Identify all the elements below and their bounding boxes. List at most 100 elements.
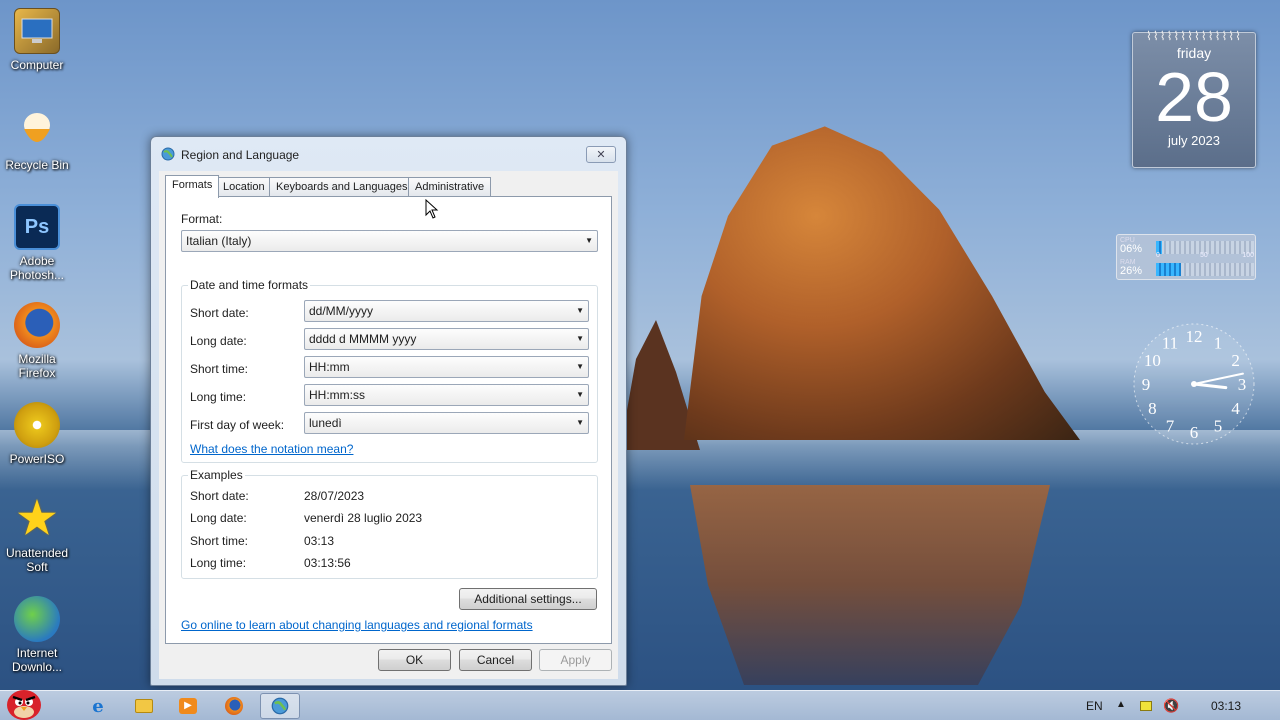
dialog-titlebar[interactable]: Region and Language ✕	[151, 137, 626, 171]
format-select[interactable]: Italian (Italy) ▼	[181, 230, 598, 252]
dialog-title: Region and Language	[181, 148, 300, 162]
ram-value: 26%	[1120, 265, 1143, 277]
examples-title: Examples	[188, 468, 245, 482]
calendar-rings: ⌇⌇⌇⌇⌇⌇⌇⌇⌇⌇⌇⌇⌇⌇	[1145, 29, 1243, 43]
short-date-select[interactable]: dd/MM/yyyy ▼	[304, 300, 589, 322]
close-button[interactable]: ✕	[586, 146, 616, 163]
additional-settings-button[interactable]: Additional settings...	[459, 588, 597, 610]
online-help-link[interactable]: Go online to learn about changing langua…	[181, 618, 533, 632]
desktop-icon-label: Unattended Soft	[5, 546, 69, 574]
desktop-icon-label: Computer	[10, 58, 64, 72]
long-date-select[interactable]: dddd d MMMM yyyy ▼	[304, 328, 589, 350]
taskbar: e ▶ EN ▲ 🔇 03:13	[0, 690, 1280, 720]
desktop-icon-unattended-soft[interactable]: ★ Unattended Soft	[2, 494, 72, 575]
action-center-icon[interactable]	[1140, 701, 1152, 711]
clock-numeral: 3	[1238, 375, 1247, 394]
volume-muted-icon[interactable]: 🔇	[1163, 698, 1179, 714]
desktop-icon-label: Adobe Photosh...	[9, 254, 65, 282]
ram-row: RAM 26%	[1120, 259, 1254, 279]
taskbar-explorer[interactable]	[124, 693, 164, 719]
photoshop-icon: Ps	[14, 204, 60, 250]
region-language-dialog[interactable]: Region and Language ✕ Formats Location K…	[150, 136, 627, 686]
chevron-down-icon: ▼	[585, 236, 593, 245]
tab-formats[interactable]: Formats	[165, 175, 220, 198]
long-time-select-value: HH:mm:ss	[309, 388, 365, 402]
tab-location[interactable]: Location	[216, 177, 272, 197]
formats-tab-panel: Format: Italian (Italy) ▼ Date and time …	[165, 196, 612, 644]
example-long-time-value: 03:13:56	[304, 556, 351, 570]
first-day-select-value: lunedì	[309, 416, 342, 430]
short-time-select[interactable]: HH:mm ▼	[304, 356, 589, 378]
clock-numeral: 7	[1166, 417, 1175, 436]
star-icon: ★	[17, 494, 57, 543]
start-button[interactable]	[2, 685, 48, 720]
clock-numeral: 12	[1186, 327, 1203, 346]
clock-numeral: 1	[1214, 333, 1223, 352]
desktop-icon-poweriso[interactable]: PowerISO	[2, 402, 72, 466]
short-time-select-value: HH:mm	[309, 360, 350, 374]
format-select-value: Italian (Italy)	[186, 234, 252, 248]
clock-numeral: 4	[1231, 399, 1240, 418]
language-indicator[interactable]: EN	[1086, 699, 1103, 713]
desktop-icon-label: Mozilla Firefox	[18, 352, 56, 380]
clock-numeral: 6	[1190, 423, 1199, 442]
apply-button[interactable]: Apply	[539, 649, 612, 671]
cancel-button[interactable]: Cancel	[459, 649, 532, 671]
media-player-icon: ▶	[179, 698, 197, 714]
firefox-icon	[14, 302, 60, 348]
long-time-select[interactable]: HH:mm:ss ▼	[304, 384, 589, 406]
show-hidden-icons[interactable]: ▲	[1116, 699, 1126, 710]
ram-bar-fill	[1156, 263, 1182, 276]
long-time-label: Long time:	[190, 390, 247, 404]
computer-icon	[14, 8, 60, 54]
example-short-time-label: Short time:	[190, 534, 249, 548]
clock-numeral: 9	[1142, 375, 1151, 394]
first-day-select[interactable]: lunedì ▼	[304, 412, 589, 434]
ram-bar	[1156, 263, 1254, 276]
cpu-meter-gadget[interactable]: CPU 06% 0 50 100 RAM 26%	[1116, 234, 1256, 280]
chevron-down-icon: ▼	[576, 334, 584, 343]
desktop-icon-internet-download[interactable]: Internet Downlo...	[2, 596, 72, 674]
tab-keyboards-languages[interactable]: Keyboards and Languages	[269, 177, 415, 197]
poweriso-icon	[14, 402, 60, 448]
tab-administrative[interactable]: Administrative	[408, 177, 492, 197]
clock-numeral: 2	[1231, 351, 1240, 370]
recycle-bin-icon	[14, 108, 60, 154]
chevron-down-icon: ▼	[576, 390, 584, 399]
clock-numeral: 5	[1214, 417, 1223, 436]
globe-icon	[271, 697, 289, 715]
dialog-client-area: Formats Location Keyboards and Languages…	[159, 171, 618, 679]
chevron-down-icon: ▼	[576, 418, 584, 427]
wallpaper-rock	[684, 126, 1080, 440]
folder-icon	[135, 699, 153, 713]
example-short-date-value: 28/07/2023	[304, 489, 365, 503]
desktop-icon-computer[interactable]: Computer	[2, 8, 72, 72]
taskbar-media-player[interactable]: ▶	[168, 693, 208, 719]
cpu-scale-min: 0	[1156, 252, 1160, 259]
clock-gadget[interactable]: 12 1 2 3 4 5 6 7 8 9 10 11	[1130, 320, 1258, 448]
short-date-label: Short date:	[190, 306, 249, 320]
taskbar-firefox[interactable]	[214, 693, 254, 719]
internet-explorer-icon: e	[92, 695, 104, 717]
calendar-month: july 2023	[1167, 133, 1221, 148]
short-time-label: Short time:	[190, 362, 249, 376]
desktop-icon-recycle-bin[interactable]: Recycle Bin	[2, 108, 72, 172]
notation-help-link[interactable]: What does the notation mean?	[190, 442, 353, 456]
cpu-scale-max: 100	[1242, 252, 1254, 259]
format-label: Format:	[181, 212, 223, 226]
long-date-label: Long date:	[190, 334, 247, 348]
desktop-icon-label: Recycle Bin	[5, 158, 69, 172]
short-date-select-value: dd/MM/yyyy	[309, 304, 374, 318]
taskbar-clock[interactable]: 03:13	[1211, 699, 1241, 713]
clock-numeral: 8	[1148, 399, 1157, 418]
cpu-value: 06%	[1120, 243, 1143, 255]
calendar-gadget[interactable]: ⌇⌇⌇⌇⌇⌇⌇⌇⌇⌇⌇⌇⌇⌇ friday 28 july 2023	[1132, 29, 1256, 168]
clock-numeral: 11	[1162, 333, 1178, 352]
globe-icon	[161, 147, 175, 161]
ok-button[interactable]: OK	[378, 649, 451, 671]
taskbar-internet-explorer[interactable]: e	[78, 693, 118, 719]
taskbar-region-language[interactable]	[260, 693, 300, 719]
desktop-icon-firefox[interactable]: Mozilla Firefox	[2, 302, 72, 380]
angry-bird-icon	[7, 690, 41, 720]
desktop-icon-photoshop[interactable]: Ps Adobe Photosh...	[2, 204, 72, 282]
